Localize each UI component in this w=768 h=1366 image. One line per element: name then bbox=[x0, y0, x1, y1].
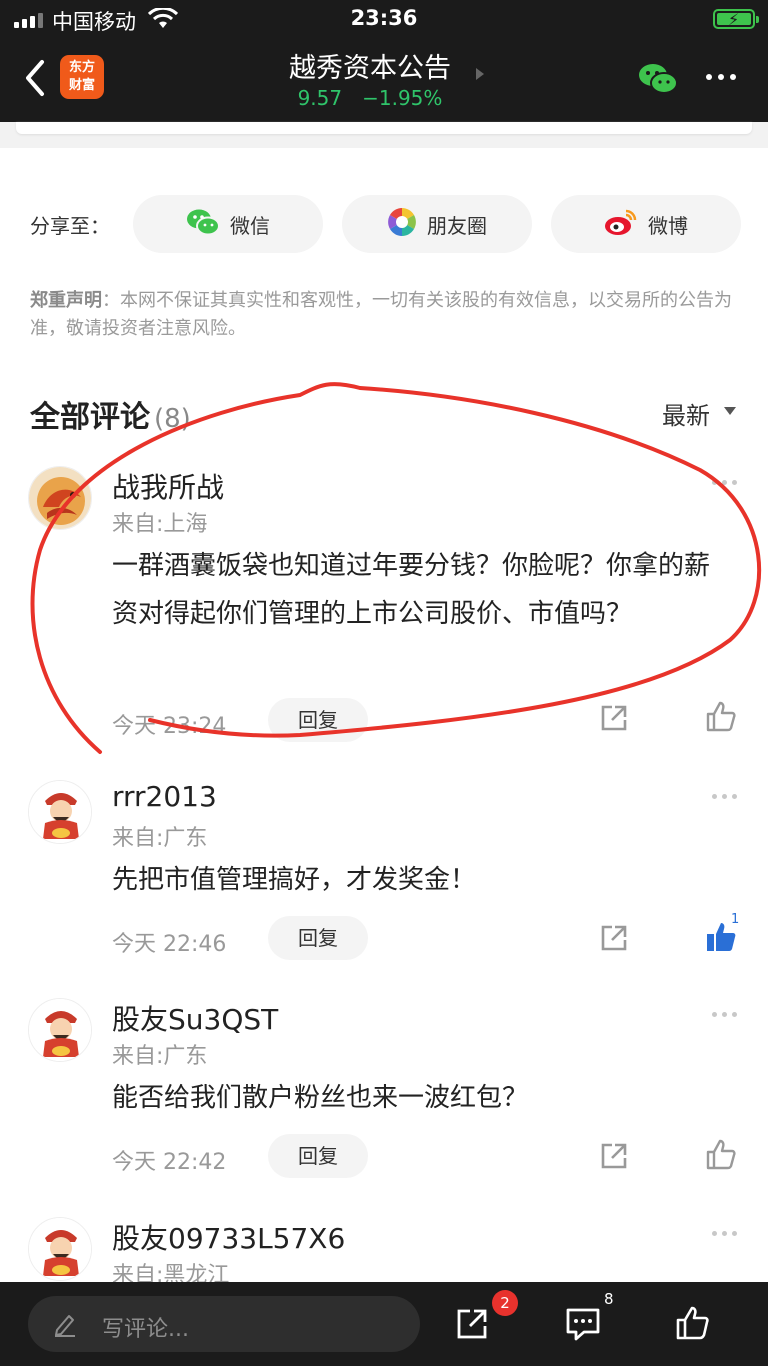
share-moments-label: 朋友圈 bbox=[427, 213, 487, 238]
battery-icon: ⚡ bbox=[713, 9, 759, 29]
avatar[interactable] bbox=[28, 1217, 92, 1281]
comment-author[interactable]: rrr2013 bbox=[112, 780, 217, 813]
status-time: 23:36 bbox=[350, 6, 418, 30]
wechat-share-icon[interactable] bbox=[638, 62, 678, 100]
reply-button[interactable]: 回复 bbox=[268, 698, 368, 742]
comment-input[interactable]: 写评论... bbox=[28, 1296, 420, 1352]
comment-more-icon[interactable] bbox=[712, 480, 737, 485]
page-title[interactable]: 越秀资本公告 bbox=[0, 46, 740, 85]
wechat-icon bbox=[186, 208, 220, 241]
share-moments-button[interactable]: 朋友圈 bbox=[342, 195, 532, 253]
comment-text: 先把市值管理搞好，才发奖金！ bbox=[112, 865, 477, 895]
comments-title-text: 全部评论 bbox=[30, 400, 150, 435]
like-count: 1 bbox=[731, 912, 740, 927]
share-badge: 2 bbox=[492, 1290, 518, 1316]
avatar[interactable] bbox=[28, 780, 92, 844]
pen-icon bbox=[52, 1311, 78, 1341]
top-bar: 中国移动 23:36 ⚡ 东方 财富 越秀资本公告 9.57 −1.95% bbox=[0, 0, 768, 122]
disclaimer-title: 郑重声明 bbox=[30, 290, 102, 311]
share-icon[interactable] bbox=[598, 702, 630, 738]
comment-time: 今天 22:46 bbox=[112, 932, 227, 957]
share-wechat-button[interactable]: 微信 bbox=[133, 195, 323, 253]
reply-button[interactable]: 回复 bbox=[268, 1134, 368, 1178]
sort-caret-icon[interactable] bbox=[724, 407, 736, 415]
stock-quote: 9.57 −1.95% bbox=[0, 86, 740, 110]
comment-more-icon[interactable] bbox=[712, 794, 737, 799]
disclaimer: 郑重声明：本网不保证其真实性和客观性，一切有关该股的有效信息，以交易所的公告为准… bbox=[30, 287, 742, 343]
comment-author[interactable]: 股友Su3QST bbox=[112, 998, 278, 1038]
moments-icon bbox=[387, 207, 417, 242]
share-label: 分享至： bbox=[30, 214, 110, 238]
comment-more-icon[interactable] bbox=[712, 1231, 737, 1236]
avatar[interactable] bbox=[28, 998, 92, 1062]
comment-time: 今天 23:24 bbox=[112, 714, 227, 739]
share-icon[interactable] bbox=[598, 1140, 630, 1176]
comment-author[interactable]: 战我所战 bbox=[112, 466, 224, 506]
more-menu-icon[interactable] bbox=[706, 74, 736, 80]
comment-text: 一群酒囊饭袋也知道过年要分钱？你脸呢？你拿的薪资对得起你们管理的上市公司股价、市… bbox=[112, 551, 711, 629]
stock-change: −1.95% bbox=[362, 86, 443, 110]
comment-more-icon[interactable] bbox=[712, 1012, 737, 1017]
sort-dropdown[interactable]: 最新 bbox=[662, 396, 710, 431]
article-card-bottom bbox=[0, 122, 768, 148]
avatar[interactable] bbox=[28, 466, 92, 530]
share-icon[interactable] bbox=[454, 1306, 490, 1346]
comment-location: 来自:上海 bbox=[112, 512, 208, 537]
share-weibo-label: 微博 bbox=[648, 213, 688, 238]
comments-count: (8) bbox=[154, 404, 191, 434]
comment-location: 来自:广东 bbox=[112, 1044, 208, 1069]
like-icon[interactable] bbox=[704, 1138, 738, 1176]
stock-price: 9.57 bbox=[297, 86, 343, 110]
bottom-bar: 写评论... 2 8 bbox=[0, 1282, 768, 1366]
like-icon[interactable] bbox=[674, 1304, 712, 1346]
comments-title: 全部评论 (8) bbox=[30, 392, 191, 436]
comment-time: 今天 22:42 bbox=[112, 1150, 227, 1175]
disclaimer-text: ：本网不保证其真实性和客观性，一切有关该股的有效信息，以交易所的公告为准，敬请投… bbox=[30, 290, 732, 339]
comment-location: 来自:广东 bbox=[112, 826, 208, 851]
share-weibo-button[interactable]: 微博 bbox=[551, 195, 741, 253]
comment-text: 能否给我们散户粉丝也来一波红包？ bbox=[112, 1083, 529, 1113]
like-icon[interactable] bbox=[704, 700, 738, 738]
comment-count: 8 bbox=[604, 1290, 614, 1308]
weibo-icon bbox=[604, 208, 638, 241]
share-wechat-label: 微信 bbox=[230, 213, 270, 238]
title-caret-icon bbox=[476, 68, 484, 80]
share-icon[interactable] bbox=[598, 922, 630, 958]
status-bar: 中国移动 23:36 ⚡ bbox=[0, 0, 768, 40]
reply-button[interactable]: 回复 bbox=[268, 916, 368, 960]
comment-author[interactable]: 股友09733L57X6 bbox=[112, 1217, 345, 1257]
comment-icon[interactable] bbox=[564, 1306, 602, 1346]
comment-placeholder: 写评论... bbox=[102, 1317, 189, 1342]
